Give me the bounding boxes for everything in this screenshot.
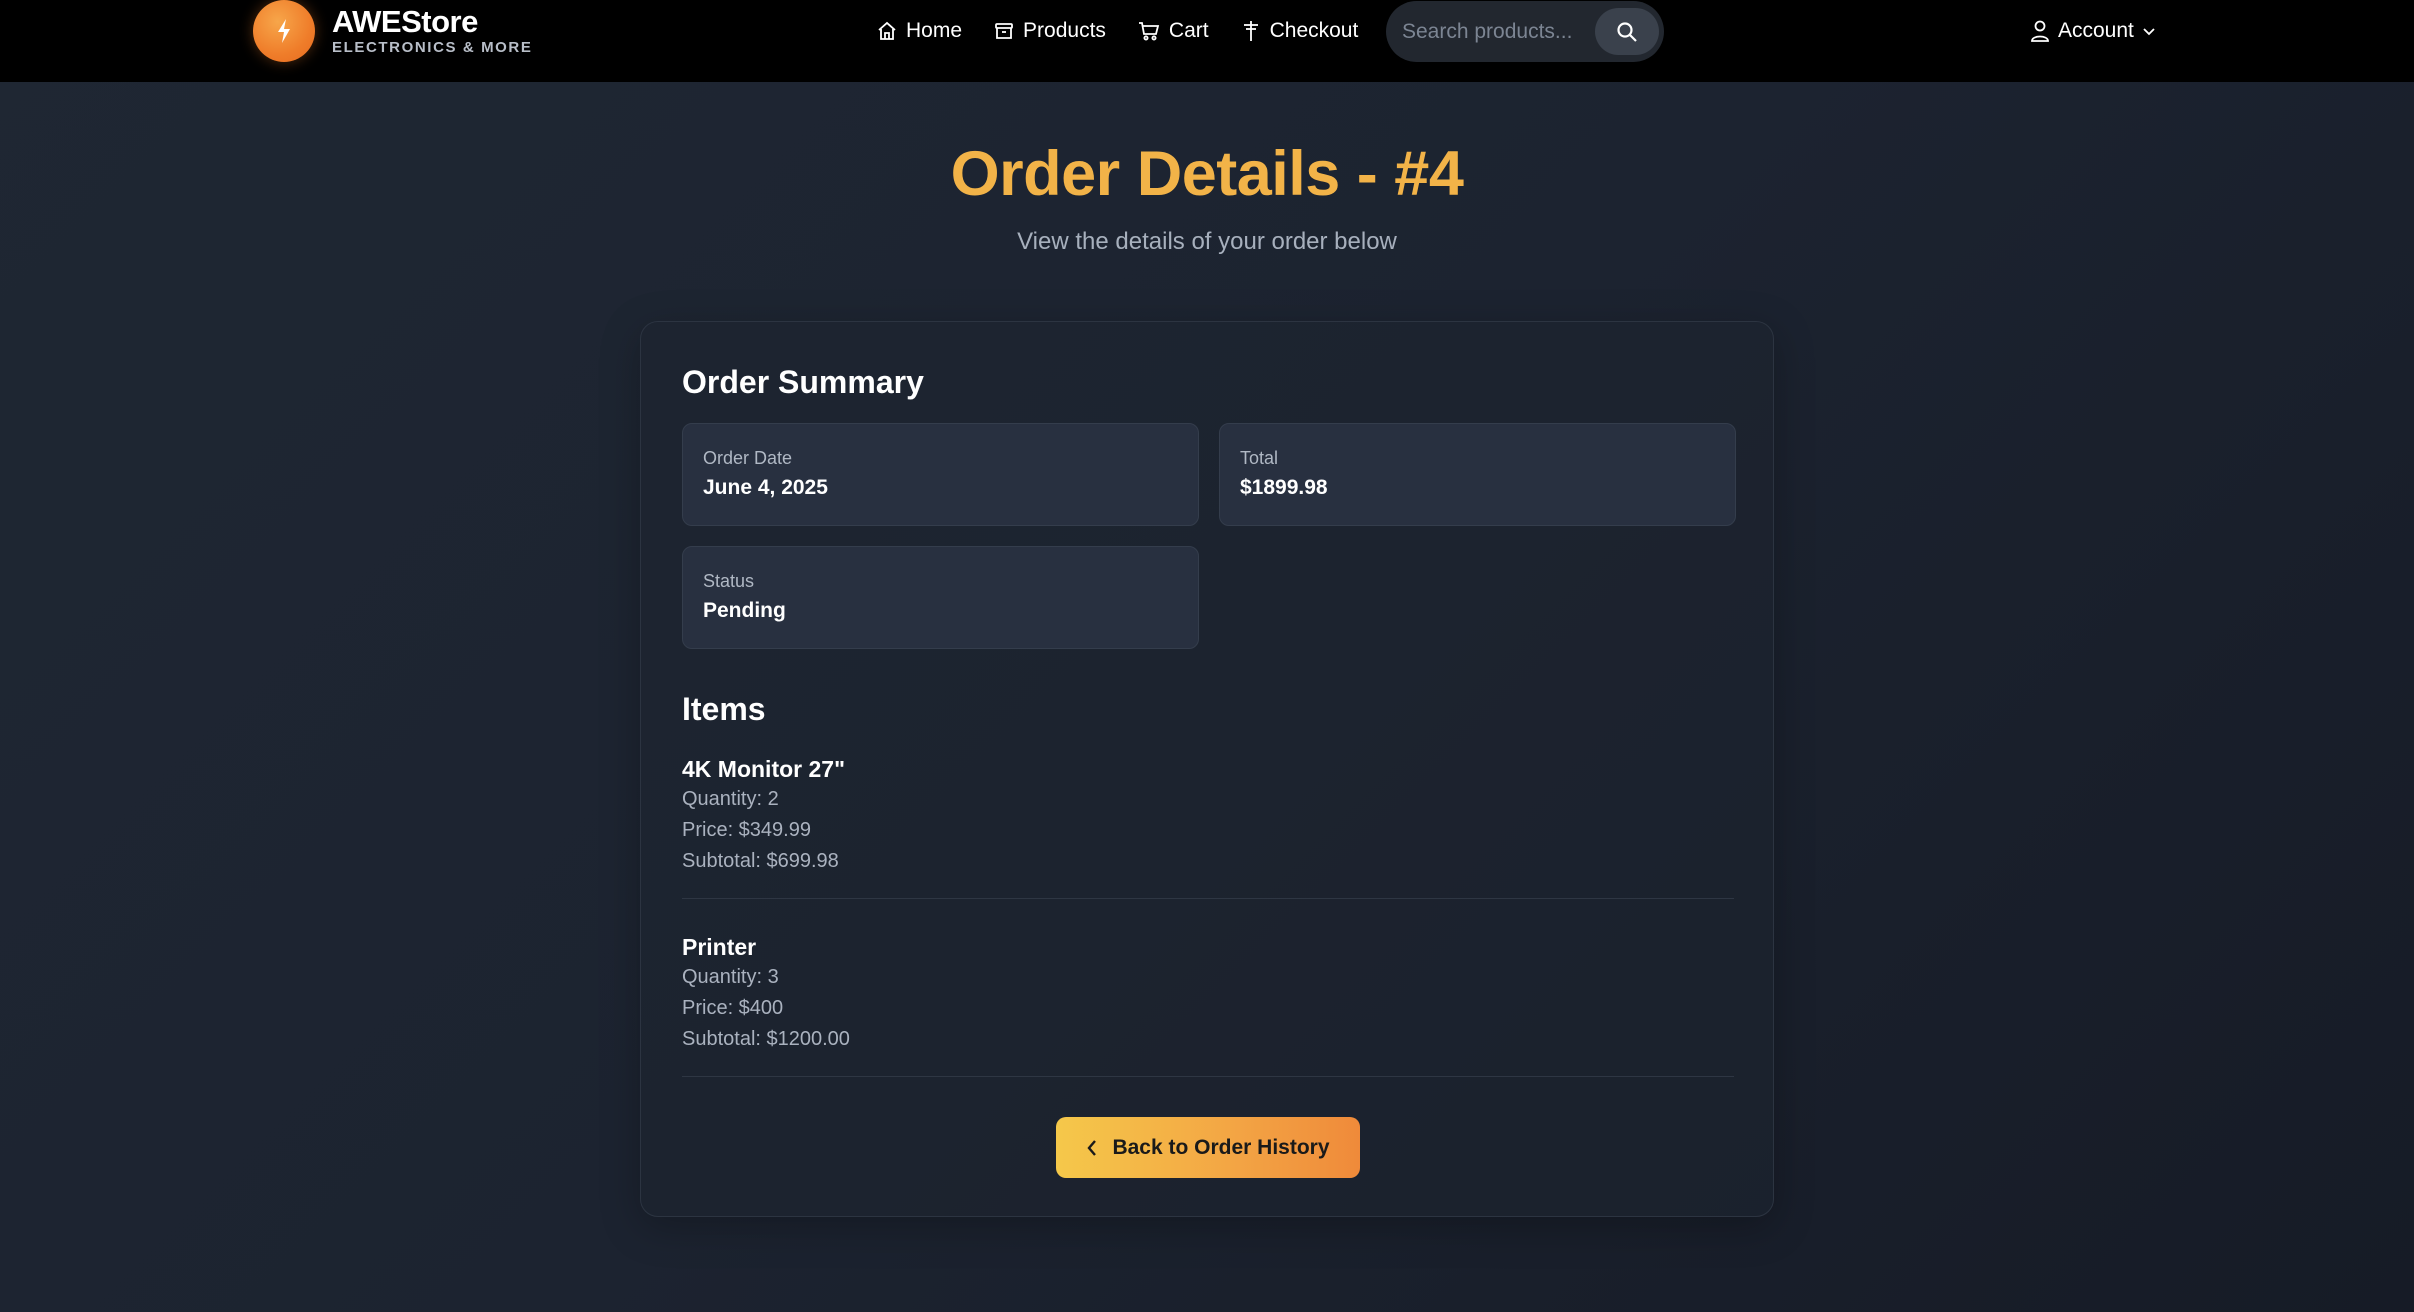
search-icon [1617, 21, 1637, 42]
status-value: Pending [703, 599, 786, 622]
chevron-down-icon [2143, 28, 2155, 36]
signpost-icon [1243, 21, 1258, 41]
nav-checkout[interactable]: Checkout [1241, 19, 1359, 43]
nav-checkout-label: Checkout [1269, 19, 1359, 42]
item-name: 4K Monitor 27" [682, 756, 845, 782]
order-summary-heading: Order Summary [682, 364, 924, 400]
search-input[interactable] [1402, 19, 1582, 44]
total-value: $1899.98 [1240, 476, 1328, 499]
cart-icon [1138, 22, 1160, 41]
navbar: AWEStore ELECTRONICS & MORE Home Product… [0, 0, 2414, 82]
chevron-left-icon [1087, 1139, 1097, 1156]
nav-links: Home Products Cart Checkout [877, 0, 1390, 62]
search-bar [1386, 1, 1664, 62]
item-quantity: Quantity: 2 [682, 788, 779, 810]
nav-products-label: Products [1023, 19, 1106, 42]
list-item: Printer Quantity: 3 Price: $400 Subtotal… [682, 932, 1734, 1077]
nav-home[interactable]: Home [877, 19, 962, 43]
order-date-value: June 4, 2025 [703, 476, 828, 499]
list-item: 4K Monitor 27" Quantity: 2 Price: $349.9… [682, 754, 1734, 899]
total-box: Total $1899.98 [1219, 423, 1736, 526]
account-menu[interactable]: Account [2030, 0, 2156, 62]
lightning-icon [253, 0, 315, 62]
order-card: Order Summary Order Date June 4, 2025 To… [640, 321, 1774, 1217]
brand-tagline: ELECTRONICS & MORE [332, 39, 533, 56]
item-name: Printer [682, 934, 757, 960]
item-quantity: Quantity: 3 [682, 966, 779, 988]
order-date-label: Order Date [703, 448, 793, 468]
status-label: Status [703, 571, 755, 591]
nav-cart[interactable]: Cart [1138, 19, 1209, 43]
back-to-order-history-button[interactable]: Back to Order History [1056, 1117, 1360, 1178]
item-price: Price: $349.99 [682, 819, 811, 841]
back-button-label: Back to Order History [1112, 1135, 1330, 1159]
brand-name: AWEStore [332, 4, 478, 39]
search-button[interactable] [1595, 8, 1659, 55]
page-subtitle: View the details of your order below [1017, 228, 1397, 255]
order-date-box: Order Date June 4, 2025 [682, 423, 1199, 526]
nav-products[interactable]: Products [994, 19, 1106, 43]
item-subtotal: Subtotal: $699.98 [682, 850, 839, 872]
brand-link[interactable]: AWEStore ELECTRONICS & MORE [253, 0, 532, 62]
home-icon [878, 21, 896, 40]
status-box: Status Pending [682, 546, 1199, 649]
account-label: Account [2058, 19, 2134, 42]
user-icon [2031, 20, 2049, 42]
items-heading: Items [682, 691, 766, 727]
item-price: Price: $400 [682, 997, 784, 1019]
item-subtotal: Subtotal: $1200.00 [682, 1028, 850, 1050]
archive-box-icon [995, 23, 1013, 39]
page-title: Order Details - #4 [950, 139, 1464, 209]
total-label: Total [1240, 448, 1279, 468]
nav-cart-label: Cart [1168, 19, 1209, 42]
nav-home-label: Home [906, 19, 963, 42]
